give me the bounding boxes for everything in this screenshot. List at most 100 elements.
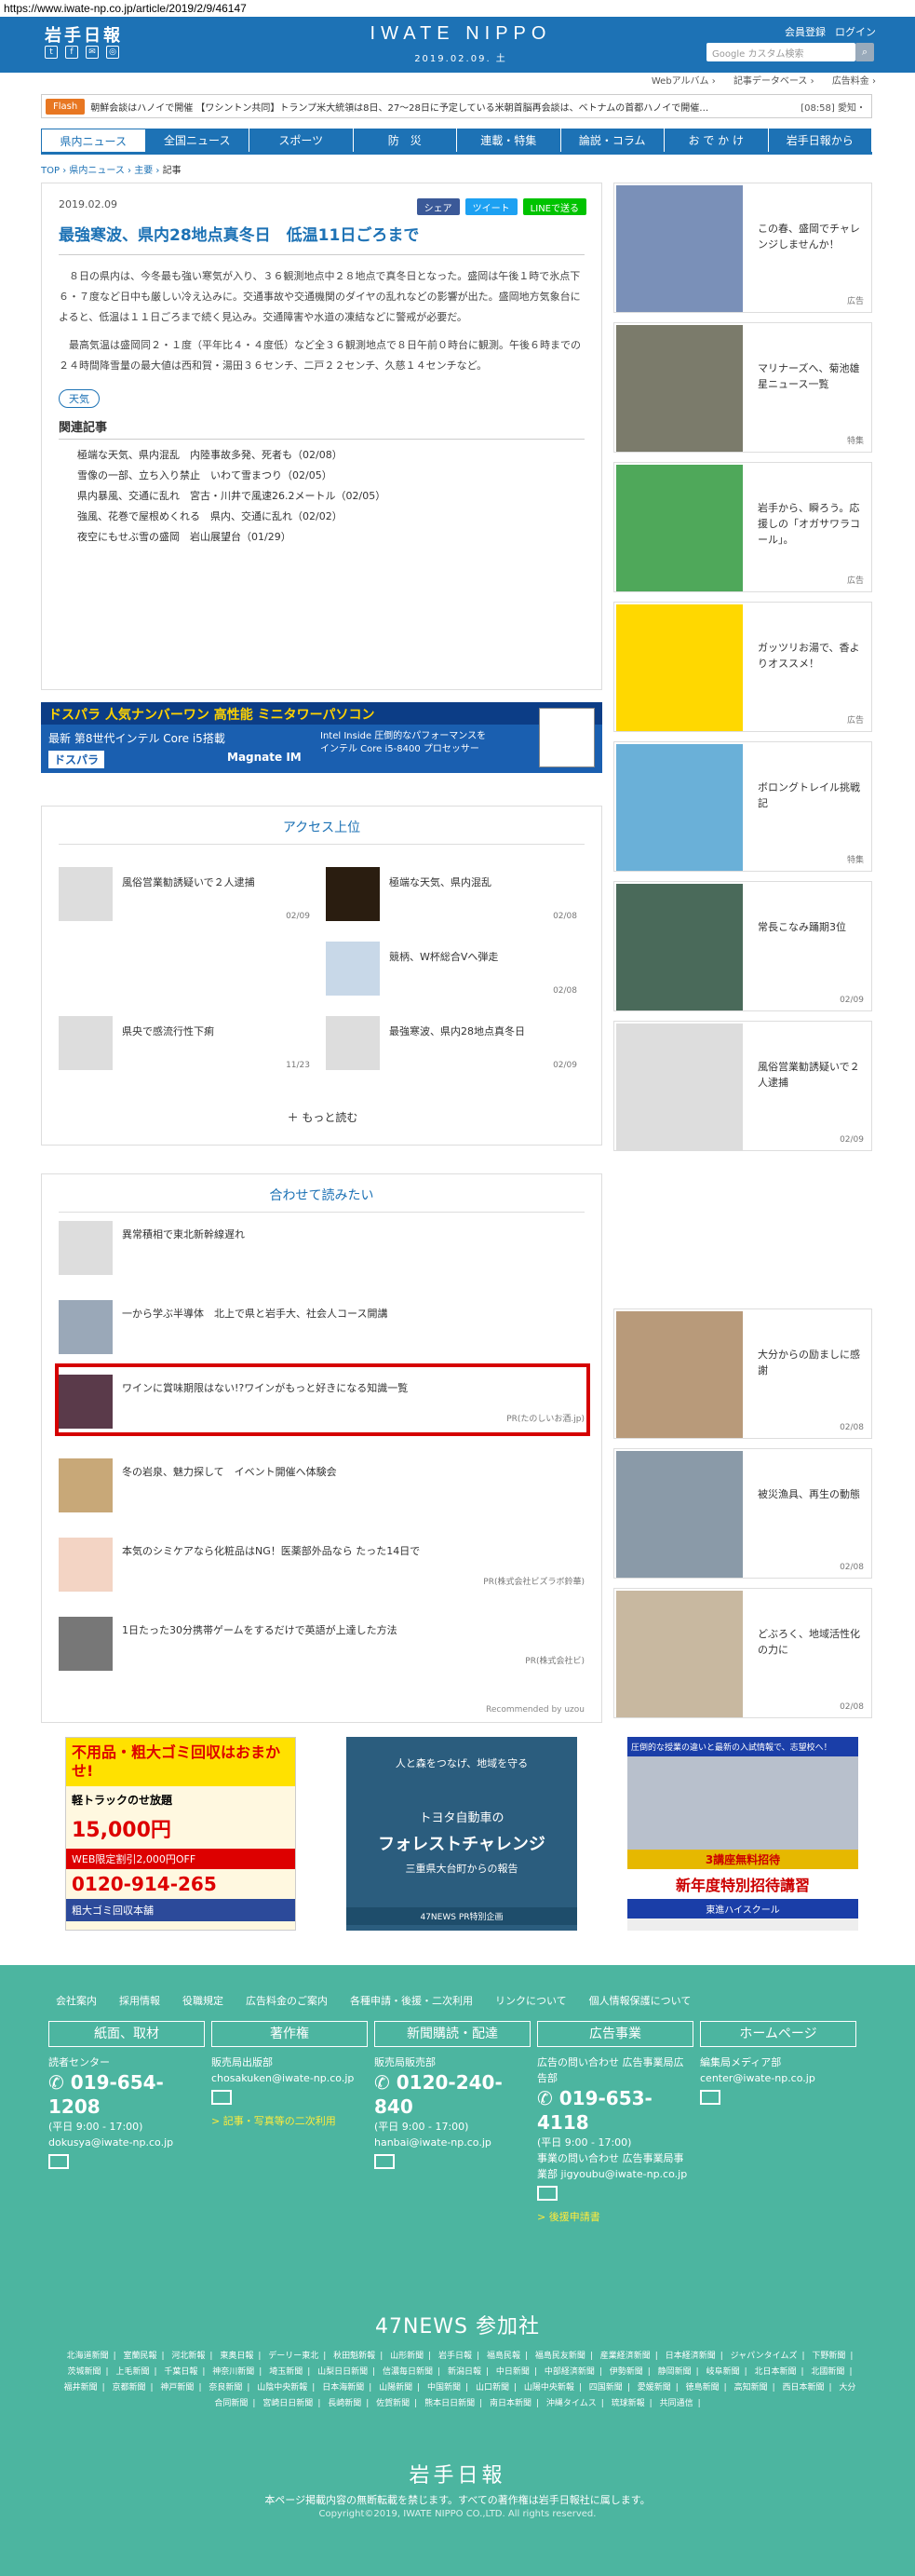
flash-ticker[interactable]: Flash 朝鮮会談はハノイで開催 【ワシントン共同】トランプ米大統領は8日、2… xyxy=(41,94,872,118)
news-member-link[interactable]: 徳島新聞 xyxy=(686,2383,720,2393)
news-member-link[interactable]: 静岡新聞 xyxy=(658,2367,692,2377)
nav-editorial[interactable]: 論説・コラム xyxy=(560,129,665,152)
sublink-database[interactable]: 記事データベース › xyxy=(733,76,814,87)
footer-link[interactable]: 各種申請・後援・二次利用 xyxy=(350,1993,473,2008)
news-member-link[interactable]: 新潟日報 xyxy=(448,2367,481,2377)
related-item[interactable]: 雪像の一部、立ち入り禁止 いわて雪まつり（02/05） xyxy=(59,466,585,486)
search-input[interactable]: Google カスタム検索 xyxy=(706,43,855,61)
sidebar-item[interactable]: 風俗営業勧誘疑いで２人逮捕 02/09 xyxy=(613,1021,872,1151)
news-member-link[interactable]: 愛媛新聞 xyxy=(638,2383,671,2393)
facebook-share-button[interactable]: シェア xyxy=(416,198,460,215)
mail-icon[interactable] xyxy=(211,2090,232,2105)
dospara-banner[interactable]: ドスパラ 人気ナンバーワン 高性能 ミニタワーパソコン 最新 第8世代インテル … xyxy=(41,702,602,773)
news-member-link[interactable]: 山梨日日新聞 xyxy=(317,2367,368,2377)
facebook-icon[interactable]: f xyxy=(65,46,78,59)
footer-link[interactable]: 役職規定 xyxy=(182,1993,223,2008)
news-member-link[interactable]: 山陽中央新報 xyxy=(524,2383,574,2393)
phone-number[interactable]: ✆ 019-653-4118 xyxy=(537,2086,693,2135)
rank-item[interactable]: 最強寒波、県内28地点真冬日 02/09 xyxy=(326,1016,577,1072)
news-member-link[interactable]: 下野新聞 xyxy=(812,2352,845,2361)
sidebar-item[interactable]: ガッツリお湯で、香よりオススメ！ 広告 xyxy=(613,602,872,732)
news-member-link[interactable]: 信濃毎日新聞 xyxy=(383,2367,433,2377)
news-member-link[interactable]: 佐賀新聞 xyxy=(376,2399,410,2408)
rec-item[interactable]: 本気のシミケアなら化粧品はNG！医薬部外品なら たった14日で PR(株式会社ビ… xyxy=(59,1538,585,1593)
nav-national-news[interactable]: 全国ニュース xyxy=(145,129,249,152)
nav-outing[interactable]: お で か け xyxy=(665,129,769,152)
news-member-link[interactable]: 室蘭民報 xyxy=(123,2352,156,2361)
news-member-link[interactable]: 岩手日報 xyxy=(438,2352,472,2361)
mail-icon[interactable]: ✉ xyxy=(86,46,99,59)
news-member-link[interactable]: 北日本新聞 xyxy=(755,2367,797,2377)
flash-text[interactable]: 朝鮮会談はハノイで開催 【ワシントン共同】トランプ米大統領は8日、27～28日に… xyxy=(90,100,795,114)
ad-toshin[interactable]: 圧倒的な授業の違いと最新の入試情報で、志望校へ！ 3講座無料招待 新年度特別招待… xyxy=(627,1737,858,1931)
line-share-button[interactable]: LINEで送る xyxy=(522,198,586,215)
news-member-link[interactable]: 宮崎日日新聞 xyxy=(262,2399,313,2408)
phone-number[interactable]: ✆ 0120-240-840 xyxy=(374,2070,531,2119)
news-member-link[interactable]: 神奈川新聞 xyxy=(212,2367,254,2377)
news-member-link[interactable]: 中国新聞 xyxy=(427,2383,461,2393)
news-member-link[interactable]: 琉球新報 xyxy=(612,2399,645,2408)
news-member-link[interactable]: 奈良新聞 xyxy=(209,2383,242,2393)
rank-item[interactable]: 競柄、W杯総合Vへ弾走 02/08 xyxy=(326,942,577,997)
footer-link[interactable]: リンクについて xyxy=(495,1993,567,2008)
news-member-link[interactable]: 中日新聞 xyxy=(496,2367,530,2377)
sublink-album[interactable]: Webアルバム › xyxy=(652,76,716,87)
footer-logo[interactable]: 岩手日報 xyxy=(0,2459,915,2488)
crumb-top[interactable]: TOP xyxy=(41,166,60,176)
sidebar-item[interactable]: 常長こなみ踊期3位 02/09 xyxy=(613,881,872,1011)
sidebar-item[interactable]: この春、盛岡でチャレンジしませんか！ 広告 xyxy=(613,183,872,313)
news-member-link[interactable]: 熊本日日新聞 xyxy=(424,2399,475,2408)
news-member-link[interactable]: 神戸新聞 xyxy=(160,2383,194,2393)
search-button[interactable]: ⌕ xyxy=(855,43,874,61)
sidebar-item[interactable]: 被災漁具、再生の動態 02/08 xyxy=(613,1448,872,1579)
rec-item[interactable]: 異常積相で東北新幹線遅れ xyxy=(59,1221,585,1277)
news-member-link[interactable]: 伊勢新聞 xyxy=(610,2367,643,2377)
footer-link[interactable]: 広告料金のご案内 xyxy=(246,1993,328,2008)
news-member-link[interactable]: 福島民友新聞 xyxy=(535,2352,585,2361)
rec-item-highlighted[interactable]: ワインに賞味期限はない!?ワインがもっと好きになる知識一覧 PR(たのしいお酒.… xyxy=(59,1375,585,1430)
ad-junk-removal[interactable]: 不用品・粗大ゴミ回収はおまかせ! 軽トラックのせ放題 15,000円 WEB限定… xyxy=(65,1737,296,1931)
news-member-link[interactable]: 山形新聞 xyxy=(390,2352,424,2361)
rec-item[interactable]: 冬の岩泉、魅力探して イベント開催へ体験会 xyxy=(59,1458,585,1514)
crumb-local[interactable]: 県内ニュース xyxy=(69,166,125,176)
phone-number[interactable]: ✆ 019-654-1208 xyxy=(48,2070,205,2119)
related-item[interactable]: 県内暴風、交通に乱れ 宮古・川井で風速26.2メートル（02/05） xyxy=(59,486,585,507)
nav-sports[interactable]: スポーツ xyxy=(249,129,354,152)
news-member-link[interactable]: 埼玉新聞 xyxy=(269,2367,303,2377)
nav-local-news[interactable]: 県内ニュース xyxy=(41,129,146,152)
mail-icon[interactable] xyxy=(537,2186,558,2201)
news-member-link[interactable]: 山陰中央新報 xyxy=(257,2383,307,2393)
rank-item[interactable]: 極端な天気、県内混乱 02/08 xyxy=(326,867,577,923)
related-item[interactable]: 夜空にもせぶ雪の盛岡 岩山展望台（01/29） xyxy=(59,527,585,548)
rank-item[interactable]: 県央で感流行性下痢 11/23 xyxy=(59,1016,310,1072)
sidebar-item[interactable]: 大分からの励ましに感謝 02/08 xyxy=(613,1308,872,1439)
member-register-link[interactable]: 会員登録 xyxy=(785,24,826,39)
tweet-button[interactable]: ツイート xyxy=(464,198,518,215)
mail-icon[interactable] xyxy=(48,2154,69,2169)
news-member-link[interactable]: 西日本新聞 xyxy=(782,2383,824,2393)
news-member-link[interactable]: 日本海新聞 xyxy=(322,2383,364,2393)
rank-item[interactable]: 風俗営業勧誘疑いで２人逮捕 02/09 xyxy=(59,867,310,923)
sublink-adrates[interactable]: 広告料金 › xyxy=(832,76,876,87)
brand-name[interactable]: IWATE NIPPO xyxy=(363,23,558,45)
news-member-link[interactable]: 中部経済新聞 xyxy=(545,2367,595,2377)
news-member-link[interactable]: 高知新聞 xyxy=(734,2383,768,2393)
login-link[interactable]: ログイン xyxy=(835,24,876,39)
news-member-link[interactable]: 秋田魁新報 xyxy=(333,2352,375,2361)
ad-toyota-forest[interactable]: 人と森をつなげ、地域を守る トヨタ自動車の フォレストチャレンジ 三重県大台町か… xyxy=(346,1737,577,1931)
mail-icon[interactable] xyxy=(700,2090,720,2105)
nav-disaster[interactable]: 防 災 xyxy=(353,129,457,152)
site-logo[interactable]: 岩手日報 xyxy=(45,22,123,47)
news-member-link[interactable]: 産業経済新聞 xyxy=(600,2352,651,2361)
news-member-link[interactable]: 沖縄タイムス xyxy=(546,2399,597,2408)
instagram-icon[interactable]: ◎ xyxy=(106,46,119,59)
news-member-link[interactable]: 茨城新聞 xyxy=(68,2367,101,2377)
sidebar-item[interactable]: ボロングトレイル挑戦記 特集 xyxy=(613,741,872,872)
news-member-link[interactable]: 共同通信 xyxy=(660,2399,693,2408)
footer-link[interactable]: 会社案内 xyxy=(56,1993,97,2008)
news-member-link[interactable]: 千葉日報 xyxy=(164,2367,197,2377)
news-member-link[interactable]: 四国新聞 xyxy=(589,2383,623,2393)
news-member-link[interactable]: 福島民報 xyxy=(487,2352,520,2361)
news-member-link[interactable]: 福井新聞 xyxy=(64,2383,98,2393)
nav-features[interactable]: 連載・特集 xyxy=(457,129,561,152)
